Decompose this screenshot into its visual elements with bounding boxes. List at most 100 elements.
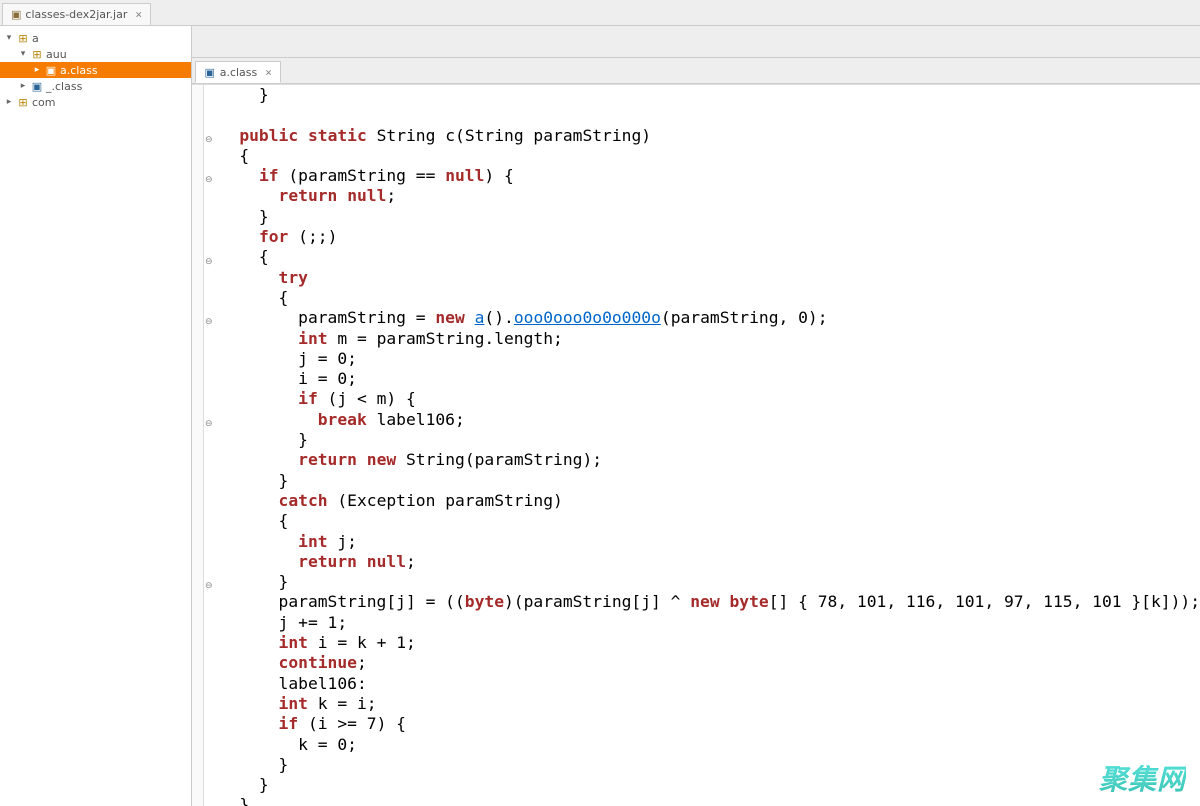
fold-toggle-icon[interactable]: ⊖	[204, 170, 214, 190]
code-line: int k = i;	[220, 694, 1200, 714]
tree-item-label: a.class	[60, 64, 98, 77]
editor-area: ▣ a.class ⨯ ⊖ ⊖ ⊖ ⊖ ⊖ ⊖ ⊖ } public static Stri…	[192, 26, 1200, 806]
editor-top-filler	[192, 26, 1200, 58]
code-line: paramString[j] = ((byte)(paramString[j] …	[220, 592, 1200, 612]
code-line: return new String(paramString);	[220, 450, 1200, 470]
code-line: continue;	[220, 653, 1200, 673]
fold-spacer	[204, 495, 214, 515]
fold-spacer	[204, 89, 214, 109]
code-line: return null;	[220, 552, 1200, 572]
fold-spacer	[204, 678, 214, 698]
code-line: {	[220, 511, 1200, 531]
fold-spacer	[204, 657, 214, 677]
code-line: {	[220, 247, 1200, 267]
fold-toggle-icon[interactable]: ⊖	[204, 251, 214, 271]
chevron-right-icon[interactable]: ▸	[18, 81, 28, 91]
main-pane: ▾⊞a▾⊞auu▸▣a.class▸▣_.class▸⊞com ▣ a.clas…	[0, 26, 1200, 806]
gutter	[192, 85, 204, 806]
fold-spacer	[204, 536, 214, 556]
fold-spacer	[204, 353, 214, 373]
code-line: }	[220, 755, 1200, 775]
code-line: }	[220, 85, 1200, 105]
code-line	[220, 105, 1200, 125]
fold-spacer	[204, 150, 214, 170]
code-line: int m = paramString.length;	[220, 329, 1200, 349]
code-line: k = 0;	[220, 735, 1200, 755]
code-line: }	[220, 471, 1200, 491]
tree-item-com[interactable]: ▸⊞com	[0, 94, 191, 110]
fold-spacer	[204, 556, 214, 576]
fold-spacer	[204, 292, 214, 312]
tree-item-label: _.class	[46, 80, 82, 93]
code-container: ⊖ ⊖ ⊖ ⊖ ⊖ ⊖ ⊖ } public static String c(String …	[192, 84, 1200, 806]
code-line: public static String c(String paramStrin…	[220, 126, 1200, 146]
code-line: j = 0;	[220, 349, 1200, 369]
code-line: j += 1;	[220, 613, 1200, 633]
class-icon: ▣	[31, 80, 43, 93]
code-line: }	[220, 207, 1200, 227]
editor-tab-label: a.class	[220, 66, 258, 79]
fold-spacer	[204, 637, 214, 657]
fold-spacer	[204, 779, 214, 799]
code-line: }	[220, 430, 1200, 450]
code-line: }	[220, 795, 1200, 806]
code-line: return null;	[220, 186, 1200, 206]
fold-toggle-icon[interactable]: ⊖	[204, 576, 214, 596]
code-line: int j;	[220, 532, 1200, 552]
source-code[interactable]: } public static String c(String paramStr…	[214, 85, 1200, 806]
editor-tab-bar: ▣ a.class ⨯	[192, 58, 1200, 84]
fold-spacer	[204, 272, 214, 292]
close-icon[interactable]: ⨯	[265, 66, 272, 79]
project-tab-label: classes-dex2jar.jar	[25, 8, 127, 21]
package-explorer[interactable]: ▾⊞a▾⊞auu▸▣a.class▸▣_.class▸⊞com	[0, 26, 192, 806]
tree-item-label: a	[32, 32, 39, 45]
code-line: break label106;	[220, 410, 1200, 430]
code-line: }	[220, 775, 1200, 795]
code-line: paramString = new a().ooo0ooo0o0o000o(pa…	[220, 308, 1200, 328]
chevron-down-icon[interactable]: ▾	[4, 33, 14, 43]
fold-spacer	[204, 759, 214, 779]
fold-spacer	[204, 231, 214, 251]
project-tab-bar: ▣ classes-dex2jar.jar ⨯	[0, 0, 1200, 26]
fold-gutter: ⊖ ⊖ ⊖ ⊖ ⊖ ⊖ ⊖	[204, 85, 214, 806]
fold-spacer	[204, 190, 214, 210]
fold-spacer	[204, 454, 214, 474]
tree-item-auu[interactable]: ▾⊞auu	[0, 46, 191, 62]
code-line: if (paramString == null) {	[220, 166, 1200, 186]
fold-toggle-icon[interactable]: ⊖	[204, 799, 214, 806]
tree-item-label: auu	[46, 48, 67, 61]
chevron-right-icon[interactable]: ▸	[32, 65, 42, 75]
fold-spacer	[204, 617, 214, 637]
code-line: try	[220, 268, 1200, 288]
package-icon: ⊞	[17, 32, 29, 45]
code-line: i = 0;	[220, 369, 1200, 389]
fold-spacer	[204, 373, 214, 393]
code-line: for (;;)	[220, 227, 1200, 247]
chevron-down-icon[interactable]: ▾	[18, 49, 28, 59]
code-line: {	[220, 288, 1200, 308]
project-tab[interactable]: ▣ classes-dex2jar.jar ⨯	[2, 3, 151, 25]
fold-toggle-icon[interactable]: ⊖	[204, 414, 214, 434]
code-line: catch (Exception paramString)	[220, 491, 1200, 511]
fold-spacer	[204, 333, 214, 353]
fold-spacer	[204, 109, 214, 129]
chevron-right-icon[interactable]: ▸	[4, 97, 14, 107]
fold-spacer	[204, 698, 214, 718]
code-line: int i = k + 1;	[220, 633, 1200, 653]
code-line: {	[220, 146, 1200, 166]
close-icon[interactable]: ⨯	[135, 8, 142, 21]
fold-spacer	[204, 596, 214, 616]
fold-toggle-icon[interactable]: ⊖	[204, 312, 214, 332]
editor-tab[interactable]: ▣ a.class ⨯	[195, 61, 281, 83]
tree-item-aclass[interactable]: ▸▣a.class	[0, 62, 191, 78]
fold-spacer	[204, 434, 214, 454]
tree-item-_class[interactable]: ▸▣_.class	[0, 78, 191, 94]
fold-spacer	[204, 393, 214, 413]
code-line: label106:	[220, 674, 1200, 694]
watermark: 聚集网	[1099, 758, 1186, 798]
code-line: }	[220, 572, 1200, 592]
fold-toggle-icon[interactable]: ⊖	[204, 130, 214, 150]
jar-icon: ▣	[11, 8, 21, 21]
fold-spacer	[204, 475, 214, 495]
tree-item-a[interactable]: ▾⊞a	[0, 30, 191, 46]
